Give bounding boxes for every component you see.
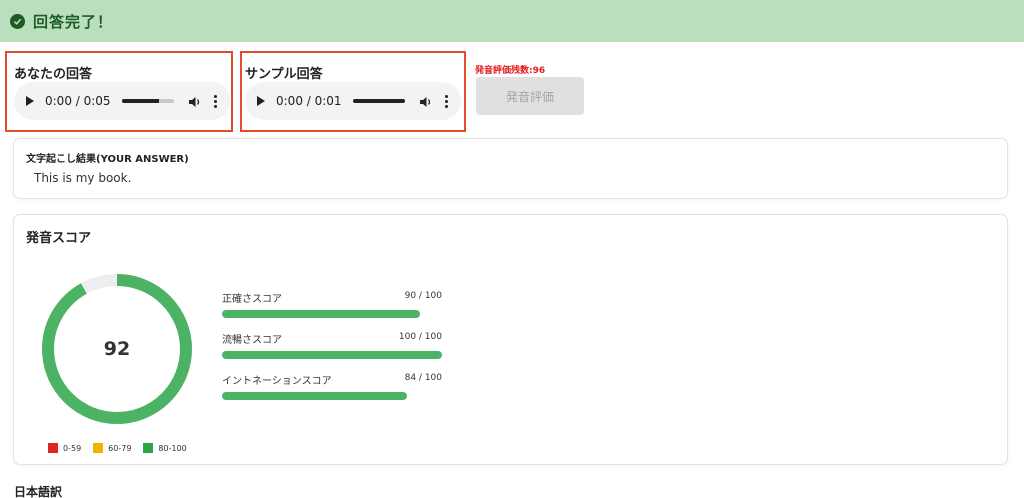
audio-progress-fill (121, 99, 160, 103)
check-circle-icon (10, 13, 25, 29)
score-bar-value: 90 / 100 (404, 291, 442, 301)
volume-icon[interactable] (188, 94, 202, 108)
play-icon[interactable] (257, 96, 265, 106)
legend-item: 0-59 (48, 443, 81, 453)
transcription-text: This is my book. (34, 171, 132, 185)
legend-swatch (143, 443, 154, 453)
score-bar-label: 流暢さスコア (222, 335, 282, 346)
audio-progress-track[interactable] (352, 99, 405, 103)
completion-banner: 回答完了！ (0, 0, 1024, 42)
your-answer-audio-player[interactable]: 0:00 / 0:05 (14, 82, 230, 120)
score-bar-value: 84 / 100 (404, 373, 442, 383)
overall-score-value: 92 (104, 338, 130, 360)
score-bar-label: 正確さスコア (222, 294, 282, 305)
legend-label: 0-59 (63, 443, 82, 453)
score-bar-label: イントネーションスコア (222, 376, 332, 387)
japanese-translation-title: 日本語訳 (14, 485, 63, 498)
score-title: 発音スコア (26, 231, 92, 246)
legend-label: 60-79 (108, 443, 132, 453)
pronunciation-eval-button[interactable]: 発音評価 (476, 77, 584, 115)
legend-item: 60-79 (93, 443, 131, 453)
more-options-icon[interactable] (213, 94, 217, 108)
your-answer-label: あなたの回答 (14, 67, 93, 82)
transcription-card: 文字起こし結果(YOUR ANSWER) This is my book. (14, 139, 1007, 198)
audio-time: 0:00 / 0:01 (276, 94, 342, 108)
volume-icon[interactable] (419, 94, 433, 108)
legend-swatch (93, 443, 104, 453)
play-icon[interactable] (26, 96, 34, 106)
transcription-title: 文字起こし結果(YOUR ANSWER) (26, 154, 189, 165)
sample-answer-audio-player[interactable]: 0:00 / 0:01 (245, 82, 461, 120)
score-bar-fill (222, 310, 420, 318)
score-bar-value: 100 / 100 (398, 332, 442, 342)
legend-label: 80-100 (158, 443, 187, 453)
sample-answer-label: サンプル回答 (245, 67, 323, 82)
score-legend: 0-59 60-79 80-100 (48, 443, 199, 453)
audio-time: 0:00 / 0:05 (45, 94, 111, 108)
legend-item: 80-100 (143, 443, 187, 453)
completion-title: 回答完了！ (33, 12, 114, 31)
audio-progress-fill (352, 99, 405, 103)
audio-progress-track[interactable] (121, 99, 174, 103)
remaining-evaluations: 発音評価残数:96 (475, 66, 546, 76)
score-bar-fill (222, 351, 442, 359)
legend-swatch (48, 443, 58, 453)
score-bar-fill (222, 392, 407, 400)
more-options-icon[interactable] (444, 94, 448, 108)
overall-score-ring: 92 (42, 274, 192, 424)
